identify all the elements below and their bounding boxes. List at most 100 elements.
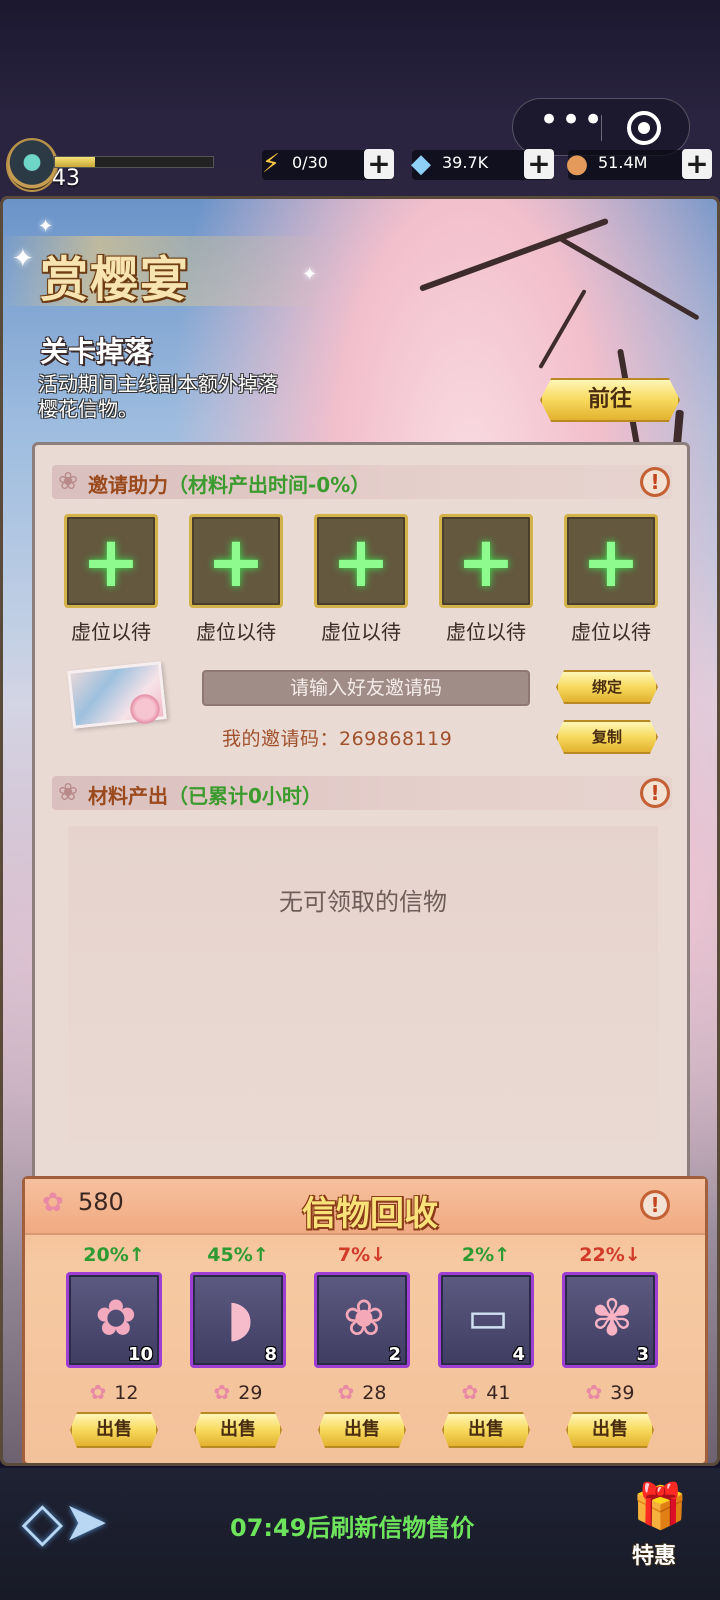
add-energy-button[interactable]: + — [364, 149, 394, 179]
materials-section-header: ❀ 材料产出（已累计0小时） — [52, 776, 672, 810]
sakura-petal-icon: ✿ — [89, 1380, 107, 1404]
price-change: 2%↑ — [461, 1244, 511, 1266]
goto-button[interactable]: 前往 — [540, 378, 680, 422]
materials-list-area — [68, 826, 658, 1142]
event-title: 赏樱宴 — [40, 252, 191, 308]
invite-slot-label: 虚位以待 — [446, 620, 526, 644]
invite-slot-label: 虚位以待 — [196, 620, 276, 644]
add-diamond-button[interactable]: + — [524, 149, 554, 179]
invite-slot[interactable]: + — [314, 514, 408, 608]
sparkle-icon: ✦ — [302, 264, 318, 285]
empty-state-text: 无可领取的信物 — [279, 888, 447, 916]
plus-icon: + — [331, 521, 391, 603]
invite-slot-label: 虚位以待 — [71, 620, 151, 644]
item-price: ✿ 29 — [188, 1380, 288, 1404]
diamond-value: 39.7K — [442, 153, 489, 172]
sell-button[interactable]: 出售 — [442, 1412, 530, 1448]
invite-slot-label: 虚位以待 — [571, 620, 651, 644]
resource-bar: 43 ⚡ 0/30 + ◆ 39.7K + ● 51.4M + — [0, 138, 720, 194]
sell-button[interactable]: 出售 — [194, 1412, 282, 1448]
sakura-petal-icon: ✿ — [585, 1380, 603, 1404]
item-price-value: 29 — [238, 1382, 263, 1404]
sakura-postcard-icon: ▭ — [467, 1292, 509, 1343]
energy-value: 0/30 — [292, 153, 328, 172]
sakura-fan-icon: ◗ — [226, 1289, 254, 1347]
price-change: 7%↓ — [337, 1244, 387, 1266]
gift-box-icon[interactable]: 🎁 — [630, 1480, 690, 1534]
petal-count: 580 — [78, 1188, 124, 1216]
recycle-info-icon[interactable]: ! — [640, 1190, 670, 1220]
item-quantity: 8 — [264, 1344, 277, 1365]
bind-button[interactable]: 绑定 — [556, 670, 658, 704]
event-subtitle: 关卡掉落 — [40, 335, 153, 368]
sakura-petal-icon: ✿ — [213, 1380, 231, 1404]
invite-slot[interactable]: + — [64, 514, 158, 608]
item-price: ✿ 12 — [64, 1380, 164, 1404]
price-refresh-countdown: 07:49后刷新信物售价 — [230, 1514, 475, 1542]
item-quantity: 10 — [127, 1344, 153, 1365]
sakura-petal-icon: ✿ — [461, 1380, 479, 1404]
invite-slot-label: 虚位以待 — [321, 620, 401, 644]
lightning-icon: ⚡ — [261, 149, 281, 179]
item-sakura-charm[interactable]: ✿ 10 — [66, 1272, 162, 1368]
plus-icon: + — [81, 521, 141, 603]
plus-icon: + — [206, 521, 266, 603]
item-price-value: 41 — [486, 1382, 511, 1404]
player-avatar[interactable] — [6, 138, 58, 192]
back-logo-icon[interactable]: ◇➤ — [20, 1490, 110, 1554]
sell-button[interactable]: 出售 — [70, 1412, 158, 1448]
item-price-value: 39 — [610, 1382, 635, 1404]
item-price-value: 28 — [362, 1382, 387, 1404]
sell-button[interactable]: 出售 — [566, 1412, 654, 1448]
recycle-title: 信物回收 — [302, 1194, 438, 1234]
my-invite-code: 我的邀请码：269868119 — [222, 728, 453, 750]
price-change: 45%↑ — [207, 1244, 269, 1266]
diamond-icon: ◆ — [411, 149, 431, 179]
item-price-value: 12 — [114, 1382, 139, 1404]
diamond-chip: ◆ 39.7K + — [411, 149, 554, 180]
sakura-icon: ❀ — [58, 778, 79, 806]
sparkle-icon: ✦ — [38, 216, 54, 237]
invite-header-note: （材料产出时间-0%） — [168, 473, 371, 497]
item-quantity: 3 — [636, 1344, 649, 1365]
sparkle-icon: ✦ — [12, 244, 34, 274]
sakura-charm-icon: ✿ — [95, 1289, 137, 1347]
item-price: ✿ 28 — [312, 1380, 412, 1404]
invite-section-header: ❀ 邀请助力（材料产出时间-0%） — [52, 465, 672, 499]
sakura-petal-icon: ✿ — [337, 1380, 355, 1404]
coin-chip: ● 51.4M + — [566, 149, 712, 180]
energy-chip: ⚡ 0/30 + — [262, 149, 394, 180]
plus-icon: + — [456, 521, 516, 603]
special-deal-label[interactable]: 特惠 — [632, 1538, 676, 1570]
sakura-petal-icon: ✿ — [42, 1188, 64, 1218]
price-change: 20%↑ — [83, 1244, 145, 1266]
sakura-bouquet-icon: ✾ — [591, 1289, 633, 1347]
add-coin-button[interactable]: + — [682, 149, 712, 179]
invite-slot[interactable]: + — [189, 514, 283, 608]
sakura-flower-icon — [128, 692, 162, 726]
invite-info-icon[interactable]: ! — [640, 467, 670, 497]
invite-slot[interactable]: + — [564, 514, 658, 608]
item-quantity: 4 — [512, 1344, 525, 1365]
coin-value: 51.4M — [598, 153, 648, 172]
coin-icon: ● — [565, 149, 589, 179]
invite-header-label: 邀请助力 — [88, 473, 168, 497]
player-level: 43 — [52, 166, 80, 191]
item-sakura-hairpin[interactable]: ❀ 2 — [314, 1272, 410, 1368]
materials-header-label: 材料产出 — [88, 784, 168, 808]
item-sakura-bouquet[interactable]: ✾ 3 — [562, 1272, 658, 1368]
sakura-hairpin-icon: ❀ — [343, 1289, 385, 1347]
price-change: 22%↓ — [579, 1244, 641, 1266]
item-quantity: 2 — [388, 1344, 401, 1365]
item-price: ✿ 41 — [436, 1380, 536, 1404]
invite-slot[interactable]: + — [439, 514, 533, 608]
item-sakura-fan[interactable]: ◗ 8 — [190, 1272, 286, 1368]
copy-button[interactable]: 复制 — [556, 720, 658, 754]
item-price: ✿ 39 — [560, 1380, 660, 1404]
invite-code-input[interactable]: 请输入好友邀请码 — [202, 670, 530, 706]
event-description: 活动期间主线副本额外掉落樱花信物。 — [38, 372, 278, 421]
plus-icon: + — [581, 521, 641, 603]
sell-button[interactable]: 出售 — [318, 1412, 406, 1448]
materials-info-icon[interactable]: ! — [640, 778, 670, 808]
item-sakura-postcard[interactable]: ▭ 4 — [438, 1272, 534, 1368]
